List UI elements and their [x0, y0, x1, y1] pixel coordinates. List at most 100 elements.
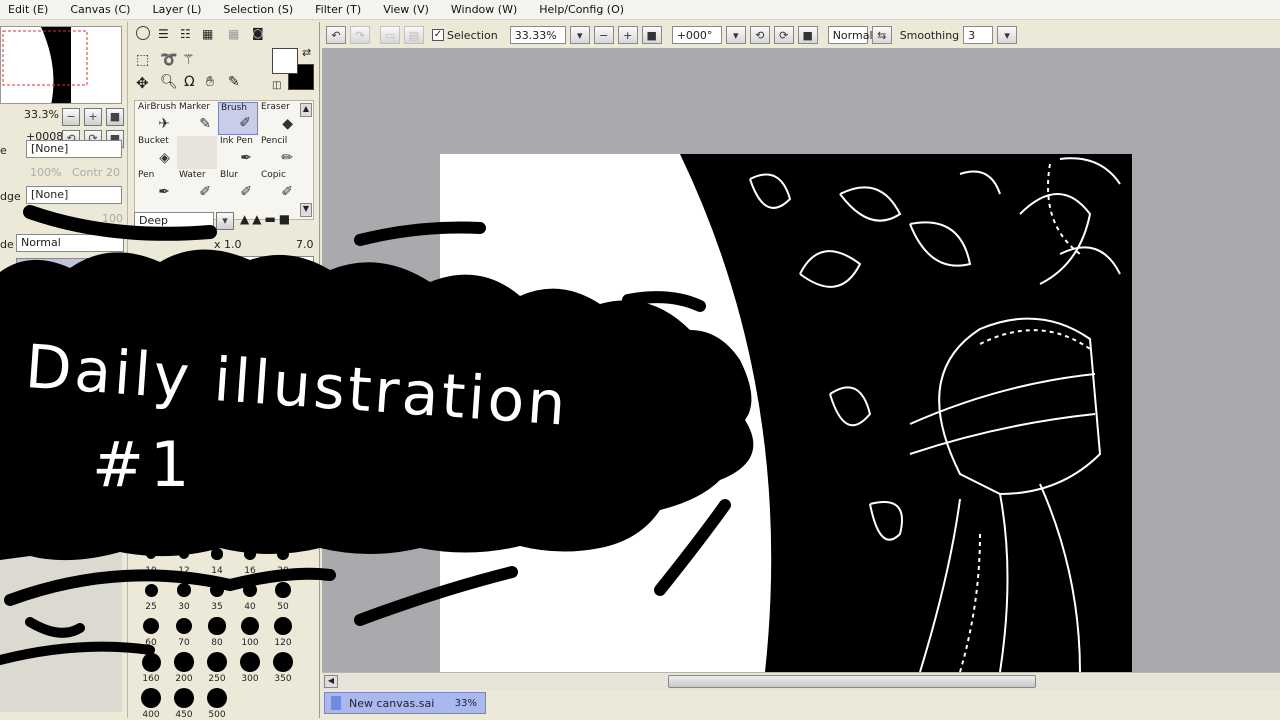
- tool-marker[interactable]: Marker ✎: [177, 102, 217, 135]
- brush-size-preset-icon[interactable]: [141, 688, 161, 708]
- color-swatches-icon[interactable]: ☷: [180, 27, 191, 41]
- brush-shape-dropdown-icon[interactable]: ▾: [216, 212, 234, 230]
- brush-size-preset-icon[interactable]: [174, 652, 194, 672]
- brush-size-preset-icon[interactable]: [174, 688, 194, 708]
- swap-colors-icon[interactable]: ⇄: [302, 46, 311, 59]
- size-multiplier[interactable]: x 1.0: [214, 238, 242, 251]
- brush-size-preset-icon[interactable]: [175, 617, 193, 635]
- horizontal-scroll-thumb[interactable]: [668, 675, 1036, 688]
- tool-brush[interactable]: Brush ✐: [218, 102, 258, 135]
- invert-selection-button[interactable]: ▤: [404, 26, 424, 44]
- smoothing-field[interactable]: 3: [963, 26, 994, 44]
- brush-size-preset-icon[interactable]: [276, 547, 290, 561]
- color-wheel-icon[interactable]: [136, 26, 150, 40]
- rect-select-icon[interactable]: ⬚: [136, 52, 149, 68]
- nav-zoom-reset-button[interactable]: ■: [106, 108, 124, 126]
- primary-color-swatch[interactable]: [272, 48, 298, 74]
- menu-layer[interactable]: Layer (L): [152, 3, 201, 16]
- rotate-icon[interactable]: Ω: [184, 74, 195, 90]
- rotation-reset-button[interactable]: ■: [797, 26, 818, 44]
- magic-wand-icon[interactable]: ⚚: [182, 52, 195, 68]
- brush-shape-select[interactable]: Deep: [134, 212, 214, 230]
- brush-size-preset-icon[interactable]: [241, 617, 259, 635]
- tool-water[interactable]: Water ✐: [177, 170, 217, 203]
- tool-airbrush[interactable]: AirBrush ✈︎: [136, 102, 176, 135]
- lasso-icon[interactable]: ➰: [160, 52, 177, 68]
- rotate-left-button[interactable]: ⟲: [749, 26, 770, 44]
- transparent-color-icon[interactable]: ◫: [272, 80, 281, 91]
- rotation-dropdown-icon[interactable]: ▾: [725, 26, 746, 44]
- navigator-preview[interactable]: [0, 26, 122, 104]
- brush-size-preset-icon[interactable]: [143, 618, 159, 634]
- brush-size-preset-icon[interactable]: [178, 548, 190, 560]
- brush-size-preset-icon[interactable]: [207, 652, 227, 672]
- tool-pencil[interactable]: Pencil ✏: [259, 136, 299, 169]
- nav-zoom-in-button[interactable]: +: [84, 108, 102, 126]
- menu-window[interactable]: Window (W): [451, 3, 517, 16]
- mixer-icon[interactable]: ◙: [252, 26, 264, 40]
- brush-size-preset-icon[interactable]: [141, 652, 161, 672]
- tool-pen[interactable]: Pen ✒: [136, 170, 176, 203]
- zoom-reset-button[interactable]: ■: [641, 26, 662, 44]
- brush-size-preset-icon[interactable]: [211, 548, 223, 560]
- zoom-field[interactable]: 33.33%: [509, 26, 566, 44]
- layer-blend-mode-select[interactable]: Normal: [16, 234, 124, 252]
- undo-button[interactable]: ↶: [326, 26, 346, 44]
- tool-bucket[interactable]: Bucket ◈: [136, 136, 176, 169]
- eyedropper-icon[interactable]: ✎: [228, 74, 240, 90]
- brush-size-preset-icon[interactable]: [146, 549, 156, 559]
- brush-size-preset-icon[interactable]: [244, 548, 256, 560]
- tool-ink-pen[interactable]: Ink Pen ✒: [218, 136, 258, 169]
- redo-button[interactable]: ↷: [350, 26, 370, 44]
- menu-help-config[interactable]: Help/Config (O): [539, 3, 624, 16]
- brush-size-preset-icon[interactable]: [177, 583, 191, 597]
- scratchpad-icon[interactable]: ▦: [202, 27, 213, 41]
- brush-size-preset-icon[interactable]: [275, 582, 291, 598]
- zoom-out-button[interactable]: −: [593, 26, 614, 44]
- menu-view[interactable]: View (V): [383, 3, 429, 16]
- selection-checkbox[interactable]: ✓: [432, 29, 444, 41]
- tool-scroll-up-icon[interactable]: ▲: [300, 103, 312, 117]
- brush-size-preset-icon[interactable]: [144, 583, 158, 597]
- deselect-button[interactable]: ▭: [380, 26, 400, 44]
- flip-horizontal-icon[interactable]: ⇆: [871, 26, 892, 44]
- brush-size-preset-icon[interactable]: [273, 652, 293, 672]
- canvas-area[interactable]: [322, 48, 1280, 672]
- min-size-slider[interactable]: 0%: [210, 256, 314, 274]
- zoom-icon[interactable]: 🔍︎: [160, 74, 178, 90]
- brush-size-preset-icon[interactable]: [273, 616, 293, 636]
- menu-canvas[interactable]: Canvas (C): [70, 3, 130, 16]
- tool-copic[interactable]: Copic ✐: [259, 170, 299, 203]
- palette-icon[interactable]: ▦: [228, 27, 239, 41]
- layer-list[interactable]: [0, 322, 122, 712]
- scroll-left-icon[interactable]: ◀: [324, 675, 338, 688]
- artboard[interactable]: [440, 154, 1132, 672]
- horizontal-scrollbar[interactable]: ◀: [322, 672, 1280, 690]
- effect-select[interactable]: [None]: [26, 186, 122, 204]
- brush-size-preset-icon[interactable]: [242, 582, 258, 598]
- brush-size-preset-icon[interactable]: [208, 617, 226, 635]
- selection-toggle[interactable]: ✓ Selection: [432, 29, 498, 42]
- menu-filter[interactable]: Filter (T): [315, 3, 361, 16]
- brush-size-preset-icon[interactable]: [207, 688, 227, 708]
- rotation-field[interactable]: +000°: [671, 26, 722, 44]
- brush-tip-shapes[interactable]: ▲▲▬■: [240, 212, 316, 230]
- tool-eraser[interactable]: Eraser ◆: [259, 102, 299, 135]
- brush-size-preset-icon[interactable]: [209, 582, 225, 598]
- document-tab[interactable]: New canvas.sai 33%: [324, 692, 486, 714]
- zoom-in-button[interactable]: +: [617, 26, 638, 44]
- move-icon[interactable]: ✥: [136, 74, 149, 92]
- rotate-right-button[interactable]: ⟳: [773, 26, 794, 44]
- menu-edit[interactable]: Edit (E): [8, 3, 48, 16]
- texture-select[interactable]: [None]: [26, 140, 122, 158]
- layer-opacity-slider[interactable]: 100%: [16, 258, 122, 274]
- zoom-dropdown-icon[interactable]: ▾: [569, 26, 590, 44]
- blend-mode-field[interactable]: Normal: [827, 26, 873, 44]
- tool-blur[interactable]: Blur ✐: [218, 170, 258, 203]
- brush-size-preset-icon[interactable]: [240, 652, 260, 672]
- menu-selection[interactable]: Selection (S): [223, 3, 293, 16]
- nav-zoom-out-button[interactable]: −: [62, 108, 80, 126]
- hand-icon[interactable]: ✋︎: [206, 74, 214, 90]
- color-sliders-icon[interactable]: ☰: [158, 27, 169, 41]
- smoothing-dropdown-icon[interactable]: ▾: [997, 26, 1018, 44]
